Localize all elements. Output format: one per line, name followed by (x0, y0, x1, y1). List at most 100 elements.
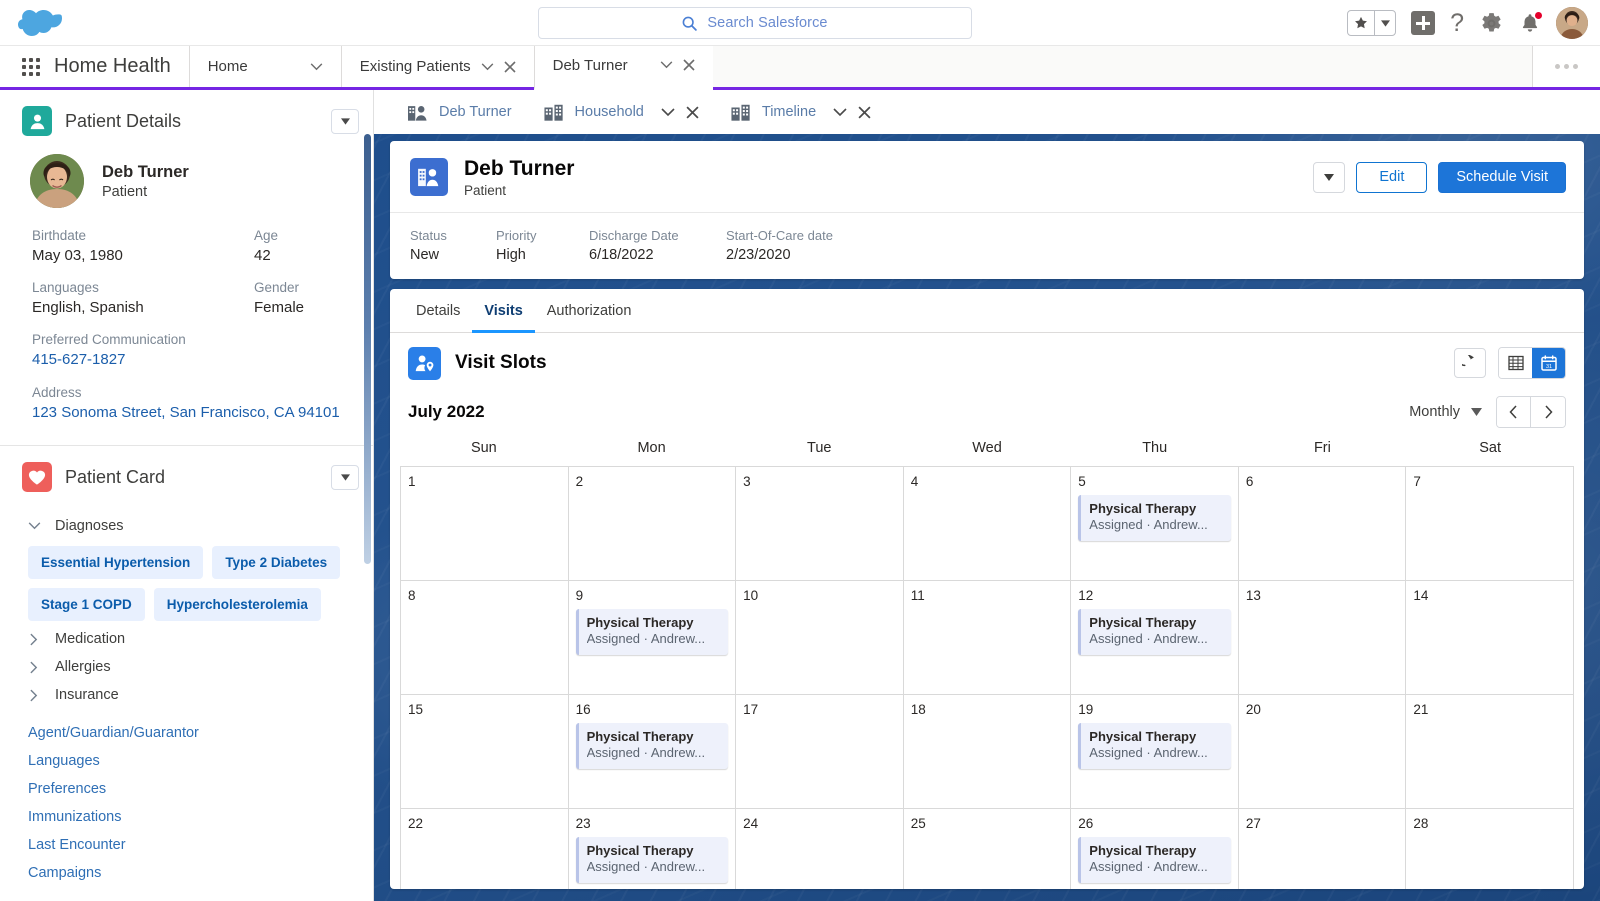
tab-authorization[interactable]: Authorization (535, 289, 644, 333)
calendar-event[interactable]: Physical Therapy Assigned · Andrew... (575, 836, 729, 884)
link-languages[interactable]: Languages (28, 753, 351, 769)
subtab-household[interactable]: Household (528, 90, 715, 134)
calendar-day-cell[interactable]: 23 Physical Therapy Assigned · Andrew... (568, 808, 737, 889)
chevron-down-icon[interactable] (481, 62, 494, 71)
nav-tab-home[interactable]: Home (188, 46, 341, 87)
calendar-day-cell[interactable]: 17 (736, 694, 904, 809)
event-title: Physical Therapy (586, 614, 694, 630)
edit-button[interactable]: Edit (1356, 161, 1428, 193)
calendar-day-cell[interactable]: 3 (736, 466, 904, 581)
field-label: Status (410, 228, 447, 244)
diagnosis-pill[interactable]: Essential Hypertension (28, 546, 204, 579)
calendar-event[interactable]: Physical Therapy Assigned · Andrew... (1078, 836, 1231, 884)
favorites-star-icon[interactable] (1348, 11, 1374, 35)
link-campaigns[interactable]: Campaigns (28, 865, 351, 881)
calendar-day-cell[interactable]: 18 (903, 694, 1072, 809)
nav-tab-existing-patients[interactable]: Existing Patients (340, 46, 534, 87)
chevron-down-icon[interactable] (833, 107, 847, 117)
tab-details[interactable]: Details (404, 289, 472, 333)
calendar-day-cell[interactable]: 20 (1238, 694, 1407, 809)
calendar-day-cell[interactable]: 12 Physical Therapy Assigned · Andrew... (1071, 580, 1239, 695)
calendar-day-cell[interactable]: 26 Physical Therapy Assigned · Andrew... (1071, 808, 1239, 889)
chevron-down-icon[interactable] (661, 107, 675, 117)
field-value: New (410, 246, 440, 263)
schedule-visit-button[interactable]: Schedule Visit (1438, 161, 1566, 193)
favorites-dropdown-icon[interactable] (1375, 11, 1395, 35)
sidebar-scrollbar[interactable] (364, 134, 371, 564)
link-preferences[interactable]: Preferences (28, 781, 351, 797)
calendar-view-icon[interactable]: 31 (1532, 348, 1565, 379)
next-month-icon[interactable] (1531, 396, 1565, 427)
calendar-day-cell[interactable]: 14 (1406, 580, 1574, 695)
calendar-day-cell[interactable]: 5 Physical Therapy Assigned · Andrew... (1071, 466, 1239, 581)
setup-gear-icon[interactable] (1479, 11, 1504, 36)
diagnosis-pill[interactable]: Stage 1 COPD (28, 588, 145, 621)
nav-tab-deb-turner[interactable]: Deb Turner (533, 46, 713, 90)
more-actions-button[interactable] (1313, 161, 1346, 193)
calendar-event[interactable]: Physical Therapy Assigned · Andrew... (1078, 494, 1231, 542)
calendar-day-cell[interactable]: 28 (1406, 808, 1574, 889)
section-medication[interactable]: Medication (28, 625, 351, 653)
app-launcher-waffle-icon[interactable] (22, 57, 40, 76)
patient-details-menu-button[interactable] (331, 108, 359, 134)
close-icon[interactable] (858, 105, 871, 119)
calendar-day-cell[interactable]: 27 (1238, 808, 1407, 889)
chevron-down-icon[interactable] (660, 61, 673, 69)
add-icon[interactable] (1411, 11, 1436, 35)
calendar-day-cell[interactable]: 7 (1406, 466, 1574, 581)
link-last-encounter[interactable]: Last Encounter (28, 837, 351, 853)
link-agent-guardian-guarantor[interactable]: Agent/Guardian/Guarantor (28, 725, 351, 741)
address-link[interactable]: 123 Sonoma Street, San Francisco, CA 941… (32, 403, 351, 423)
app-launcher[interactable]: Home Health (0, 46, 189, 87)
phone-link[interactable]: 415-627-1827 (32, 350, 351, 370)
calendar-day-cell[interactable]: 25 (903, 808, 1072, 889)
close-icon[interactable] (504, 60, 516, 73)
calendar-day-cell[interactable]: 19 Physical Therapy Assigned · Andrew... (1071, 694, 1239, 809)
salesforce-logo[interactable] (14, 4, 68, 42)
calendar-day-cell[interactable]: 13 (1238, 580, 1407, 695)
calendar-day-cell[interactable]: 15 (401, 694, 569, 809)
day-number: 2 (575, 473, 584, 489)
calendar-day-cell[interactable]: 21 (1406, 694, 1574, 809)
close-icon[interactable] (683, 59, 695, 71)
grid-view-icon[interactable] (1499, 348, 1532, 379)
calendar-day-cell[interactable]: 11 (903, 580, 1072, 695)
subtab-deb-turner[interactable]: Deb Turner (392, 90, 528, 134)
calendar-day-cell[interactable]: 8 (401, 580, 569, 695)
tab-visits[interactable]: Visits (472, 289, 535, 333)
section-allergies[interactable]: Allergies (28, 653, 351, 681)
favorites-group[interactable] (1347, 10, 1397, 36)
calendar-period-dropdown[interactable]: Monthly (1409, 404, 1482, 420)
section-insurance[interactable]: Insurance (28, 681, 351, 709)
help-icon[interactable]: ? (1450, 10, 1464, 36)
calendar-event[interactable]: Physical Therapy Assigned · Andrew... (1078, 608, 1231, 656)
calendar-day-cell[interactable]: 9 Physical Therapy Assigned · Andrew... (568, 580, 737, 695)
more-tabs-icon[interactable] (1532, 46, 1600, 87)
notifications-bell-icon[interactable] (1519, 11, 1543, 34)
diagnosis-pill[interactable]: Type 2 Diabetes (212, 546, 341, 579)
previous-month-icon[interactable] (1497, 396, 1531, 427)
calendar-day-cell[interactable]: 4 (903, 466, 1072, 581)
calendar-day-cell[interactable]: 16 Physical Therapy Assigned · Andrew... (568, 694, 737, 809)
user-avatar[interactable] (1556, 7, 1588, 39)
calendar-day-cell[interactable]: 6 (1238, 466, 1407, 581)
calendar-event[interactable]: Physical Therapy Assigned · Andrew... (1078, 722, 1231, 770)
calendar-event[interactable]: Physical Therapy Assigned · Andrew... (575, 608, 729, 656)
patient-person-icon (22, 106, 52, 136)
calendar-day-cell[interactable]: 24 (736, 808, 904, 889)
day-number: 10 (743, 587, 759, 603)
section-diagnoses[interactable]: Diagnoses (28, 512, 351, 540)
calendar-day-cell[interactable]: 1 (401, 466, 569, 581)
global-search[interactable]: Search Salesforce (538, 7, 972, 39)
chevron-down-icon[interactable] (310, 62, 323, 71)
close-icon[interactable] (686, 105, 699, 119)
subtab-timeline[interactable]: Timeline (715, 90, 887, 134)
patient-card-menu-button[interactable] (331, 464, 359, 490)
diagnosis-pill[interactable]: Hypercholesterolemia (153, 588, 321, 621)
calendar-day-cell[interactable]: 2 (568, 466, 737, 581)
calendar-event[interactable]: Physical Therapy Assigned · Andrew... (575, 722, 729, 770)
refresh-icon[interactable] (1454, 348, 1486, 379)
calendar-day-cell[interactable]: 10 (736, 580, 904, 695)
calendar-day-cell[interactable]: 22 (401, 808, 569, 889)
link-immunizations[interactable]: Immunizations (28, 809, 351, 825)
